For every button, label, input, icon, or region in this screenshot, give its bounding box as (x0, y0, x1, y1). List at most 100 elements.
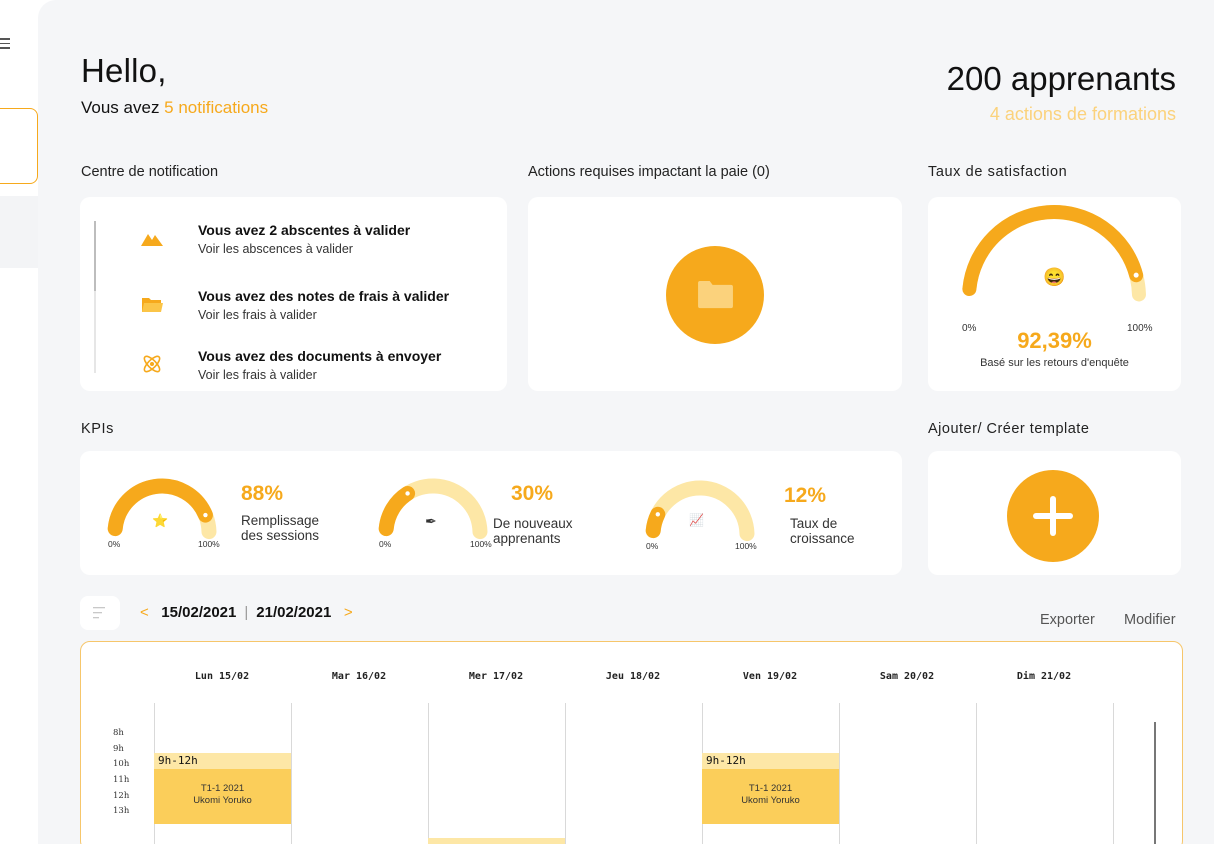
day-header: Jeu 18/02 (605, 671, 661, 682)
filter-icon (93, 607, 105, 619)
hour-label: 10h (113, 759, 130, 769)
satisfaction-card: 😄 0% 100% 92,39% Basé sur les retours d'… (928, 197, 1181, 391)
notification-link[interactable]: Voir les frais à valider (198, 308, 317, 322)
day-header: Mar 16/02 (331, 671, 387, 682)
satisfaction-value: 92,39% (1017, 328, 1092, 353)
hour-label: 9h (113, 744, 124, 754)
apprenants-count: 200 apprenants (946, 60, 1176, 97)
kpi-value: 12% (784, 484, 827, 507)
gauge-knob (1133, 272, 1139, 278)
notif-prefix: Vous avez (81, 98, 165, 117)
notification-title: Vous avez des notes de frais à valider (198, 288, 450, 304)
kpi-label-line2: croissance (790, 531, 855, 546)
kpi-min-label: 0% (379, 539, 392, 549)
calendar-event-partial[interactable] (428, 838, 565, 844)
kpi-min-label: 0% (108, 539, 121, 549)
day-divider (1113, 703, 1114, 844)
next-week-icon[interactable]: > (344, 604, 353, 621)
day-header: Mer 17/02 (468, 671, 524, 682)
calendar-event[interactable]: T1-1 2021 Ukomi Yoruko (702, 769, 839, 824)
event-title: T1-1 2021 (748, 783, 793, 794)
week-calendar: Lun 15/02 Mar 16/02 Mer 17/02 Jeu 18/02 … (80, 641, 1183, 844)
event-time[interactable]: 9h-12h (702, 753, 839, 769)
kpi-value: 88% (241, 482, 284, 505)
notification-center-card: Vous avez 2 abscentes à valider Voir les… (80, 197, 507, 391)
day-divider (565, 703, 566, 844)
notification-link[interactable]: Voir les abscences à valider (198, 242, 353, 256)
day-header: Lun 15/02 (194, 671, 250, 682)
section-title-notifications: Centre de notification (81, 164, 219, 180)
calendar-scrollbar[interactable] (1154, 722, 1156, 844)
event-title: T1-1 2021 (200, 783, 245, 794)
hour-label: 12h (113, 791, 130, 801)
kpi-label-line1: De nouveaux (493, 516, 573, 531)
notification-item[interactable]: Vous avez des documents à envoyer Voir l… (140, 348, 480, 392)
pen-icon: ✒ (425, 513, 437, 529)
hour-label: 8h (113, 728, 124, 738)
date-navigation: < 15/02/2021 | 21/02/2021 > (140, 604, 353, 621)
filter-button[interactable] (80, 596, 120, 630)
main-content: Hello, Vous avez 5 notifications 200 app… (38, 0, 1214, 844)
satisfaction-subtitle: Basé sur les retours d'enquête (980, 357, 1129, 369)
smile-emoji-icon: 😄 (1043, 267, 1066, 287)
notification-item[interactable]: Vous avez 2 abscentes à valider Voir les… (140, 222, 480, 266)
template-card (928, 451, 1181, 575)
day-divider (291, 703, 292, 844)
day-header: Sam 20/02 (879, 671, 935, 682)
section-title-paie: Actions requises impactant la paie (0) (528, 164, 770, 180)
mountain-icon (141, 234, 163, 246)
kpi-value: 30% (511, 482, 554, 505)
kpi-min-label: 0% (646, 541, 659, 551)
kpi-gauge-fill (645, 506, 666, 539)
event-person: Ukomi Yoruko (193, 795, 252, 806)
plus-icon (1033, 496, 1073, 536)
day-header: Ven 19/02 (742, 671, 798, 682)
kpi-max-label: 100% (198, 539, 220, 549)
sidebar (0, 0, 38, 844)
hour-label: 11h (113, 775, 130, 785)
star-emoji-icon: ⭐ (152, 513, 169, 528)
greeting-title: Hello, (81, 52, 167, 89)
paie-folder-button[interactable] (666, 246, 764, 344)
actions-formations-count[interactable]: 4 actions de formations (990, 104, 1176, 125)
calendar-event[interactable]: T1-1 2021 Ukomi Yoruko (154, 769, 291, 824)
kpi-label: Remplissage des sessions (241, 513, 319, 543)
event-time[interactable]: 9h-12h (154, 753, 291, 769)
kpi-gauge-knob (203, 512, 208, 518)
folder-icon (698, 280, 733, 309)
section-title-satisfaction: Taux de satisfaction (928, 164, 1068, 180)
day-header: Dim 21/02 (1016, 671, 1072, 682)
section-title-template: Ajouter/ Créer template (928, 421, 1090, 437)
kpi-gauges (107, 478, 755, 542)
sidebar-item-highlight[interactable] (0, 196, 38, 268)
section-title-kpis: KPIs (81, 421, 115, 437)
kpi-gauge-knob (405, 491, 410, 496)
sidebar-active-box[interactable] (0, 108, 38, 184)
notification-scrollbar[interactable] (94, 221, 96, 373)
notification-title: Vous avez 2 abscentes à valider (198, 222, 411, 238)
notification-title: Vous avez des documents à envoyer (198, 348, 442, 364)
start-date[interactable]: 15/02/2021 (161, 604, 236, 621)
modify-link[interactable]: Modifier (1124, 612, 1176, 628)
scroll-thumb[interactable] (94, 221, 96, 291)
kpi-max-label: 100% (735, 541, 757, 551)
day-divider (428, 703, 429, 844)
add-template-button[interactable] (1007, 470, 1099, 562)
notification-item[interactable]: Vous avez des notes de frais à valider V… (140, 288, 480, 332)
atom-icon (143, 355, 161, 373)
date-separator: | (244, 604, 249, 621)
kpi-label-line1: Remplissage (241, 513, 320, 528)
kpi-label-line1: Taux de (790, 516, 838, 531)
notification-link[interactable]: Voir les frais à valider (198, 368, 317, 382)
kpi-max-label: 100% (470, 539, 492, 549)
export-link[interactable]: Exporter (1040, 612, 1095, 628)
end-date[interactable]: 21/02/2021 (256, 604, 331, 621)
kpi-label: Taux de croissance (790, 516, 855, 546)
kpi-label-line2: des sessions (241, 528, 320, 543)
prev-week-icon[interactable]: < (140, 604, 149, 621)
notif-count-link[interactable]: 5 notifications (164, 98, 268, 117)
notification-summary[interactable]: Vous avez 5 notifications (81, 98, 268, 118)
chart-emoji-icon: 📈 (689, 513, 704, 527)
menu-icon[interactable] (0, 38, 12, 50)
kpi-card: ⭐ 0% 100% 88% Remplissage des sessions ✒ … (80, 451, 902, 575)
